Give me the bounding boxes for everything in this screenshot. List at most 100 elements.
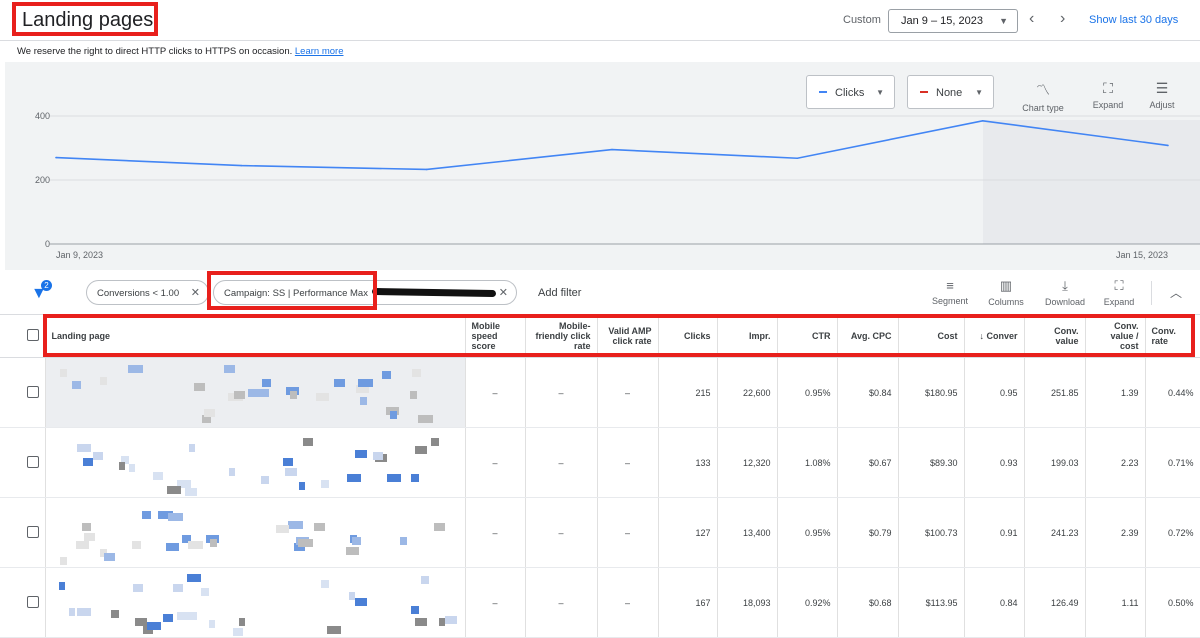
line-chart-icon: 〽	[1036, 82, 1050, 98]
pixelated-block	[282, 458, 293, 466]
row-select-cell	[0, 497, 46, 568]
add-filter-button[interactable]: Add filter	[538, 287, 581, 299]
metric1-dropdown[interactable]: Clicks ▼	[806, 75, 895, 109]
pixelated-block	[313, 523, 325, 531]
segment-label: Segment	[931, 296, 969, 306]
cell-mobile-speed: –	[465, 357, 526, 428]
cell-valid-amp: –	[597, 427, 659, 498]
pixelated-block	[132, 584, 143, 592]
pixelated-block	[83, 533, 95, 541]
clicks-data-point	[240, 164, 243, 167]
cell-ctr: 0.95%	[777, 497, 838, 568]
pixelated-block	[297, 539, 313, 547]
pixelated-block	[76, 608, 91, 616]
row-checkbox[interactable]	[26, 525, 39, 538]
column-header-clicks[interactable]: Clicks	[658, 314, 718, 358]
pixelated-block	[59, 369, 67, 377]
download-button[interactable]: ⤓ Download	[1039, 278, 1091, 307]
cell-conversions: 0.95	[964, 357, 1025, 428]
pixelated-block	[372, 452, 383, 460]
pixelated-block	[152, 472, 163, 480]
column-header-ctr[interactable]: CTR	[777, 314, 838, 358]
row-checkbox[interactable]	[26, 595, 39, 608]
cell-conv-rate: 0.44%	[1145, 357, 1200, 428]
cell-conv-value-cost: 2.23	[1085, 427, 1146, 498]
column-header-conv-value-cost[interactable]: Conv. value / cost	[1085, 314, 1146, 358]
pixelated-block	[410, 474, 419, 482]
column-header-conv-rate[interactable]: Conv. rate	[1145, 314, 1200, 358]
landing-page-url-pixelated[interactable]	[45, 497, 466, 568]
pixelated-block	[389, 411, 397, 419]
pixelated-block	[172, 584, 183, 592]
row-checkbox[interactable]	[26, 385, 39, 398]
row-checkbox[interactable]	[26, 455, 39, 468]
pixelated-block	[320, 580, 329, 588]
clicks-data-point	[981, 120, 984, 122]
column-header-mobile-speed[interactable]: Mobile speed score	[465, 314, 526, 358]
pixelated-block	[128, 464, 135, 472]
pixelated-block	[209, 539, 217, 547]
pixelated-block	[414, 446, 427, 454]
chart-type-button[interactable]: 〽 Chart type	[1015, 80, 1071, 113]
columns-icon: ▥	[999, 278, 1013, 293]
cell-cost: $89.30	[898, 427, 965, 498]
pixelated-block	[381, 371, 391, 379]
x-tick-label: Jan 15, 2023	[1116, 250, 1168, 260]
column-header-mobile-friendly[interactable]: Mobile-friendly click rate	[525, 314, 598, 358]
column-header-avg-cpc[interactable]: Avg. CPC	[837, 314, 899, 358]
table-expand-button[interactable]: ⛶ Expand	[1093, 278, 1145, 307]
cell-conv-value: 251.85	[1024, 357, 1086, 428]
column-header-impr[interactable]: Impr.	[717, 314, 778, 358]
pixelated-block	[141, 511, 151, 519]
close-icon[interactable]: ✕	[191, 286, 200, 299]
pixelated-block	[320, 480, 329, 488]
table-row[interactable]: – – –215 22,600 0.95% $0.84 $180.95 0.95 251.85 1…	[0, 357, 1200, 428]
filter-chip-conversions[interactable]: Conversions < 1.00 ✕	[86, 280, 209, 305]
landing-page-url-pixelated[interactable]	[45, 357, 466, 428]
table-row[interactable]: – – –133 12,320 1.08% $0.67 $89.30 0.93 199.03 2.…	[0, 427, 1200, 498]
pixelated-block	[71, 381, 81, 389]
cell-clicks: 215	[658, 357, 718, 428]
pixelated-block	[326, 626, 341, 634]
table-row[interactable]: – – –127 13,400 0.95% $0.79 $100.73 0.91 241.23 2…	[0, 497, 1200, 568]
chevron-down-icon: ▼	[975, 88, 983, 97]
column-header-landing-page[interactable]: Landing page	[45, 314, 466, 358]
metric2-dropdown[interactable]: None ▼	[907, 75, 994, 109]
cell-conversions: 0.93	[964, 427, 1025, 498]
cell-mobile-friendly: –	[525, 357, 598, 428]
cell-conv-value-cost: 1.39	[1085, 357, 1146, 428]
column-header-conversions[interactable]: ↓ Conver	[964, 314, 1025, 358]
pixelated-block	[186, 574, 201, 582]
chevron-up-icon[interactable]: ︿	[1170, 284, 1182, 301]
y-tick-label: 200	[35, 175, 50, 185]
pixelated-block	[76, 444, 91, 452]
segment-button[interactable]: ≡ Segment	[924, 278, 976, 306]
row-select-cell	[0, 427, 46, 498]
column-header-cost[interactable]: Cost	[898, 314, 965, 358]
cell-impr: 13,400	[717, 497, 778, 568]
pixelated-block	[59, 557, 67, 565]
cell-mobile-speed: –	[465, 427, 526, 498]
pixelated-block	[357, 379, 373, 387]
table-expand-label: Expand	[1103, 297, 1135, 307]
cell-cost: $100.73	[898, 497, 965, 568]
chart-expand-button[interactable]: ⛶ Expand	[1080, 80, 1136, 110]
landing-page-url-pixelated[interactable]	[45, 427, 466, 498]
cell-conv-rate: 0.71%	[1145, 427, 1200, 498]
column-header-valid-amp[interactable]: Valid AMP click rate	[597, 314, 659, 358]
column-header-conv-value[interactable]: Conv. value	[1024, 314, 1086, 358]
pixelated-block	[184, 612, 197, 620]
pixelated-block	[438, 618, 445, 626]
columns-button[interactable]: ▥ Columns	[980, 278, 1032, 307]
chart-type-label: Chart type	[1022, 103, 1064, 113]
download-icon: ⤓	[1062, 278, 1068, 293]
chart-adjust-button[interactable]: ☰ Adjust	[1134, 80, 1190, 110]
cell-avg-cpc: $0.84	[837, 357, 899, 428]
pixelated-block	[289, 391, 297, 399]
pixelated-block	[354, 450, 367, 458]
cell-conv-value: 199.03	[1024, 427, 1086, 498]
select-all-checkbox[interactable]	[26, 329, 39, 341]
cell-conv-value: 241.23	[1024, 497, 1086, 568]
close-icon[interactable]: ✕	[499, 286, 508, 299]
pixelated-block	[92, 452, 103, 460]
